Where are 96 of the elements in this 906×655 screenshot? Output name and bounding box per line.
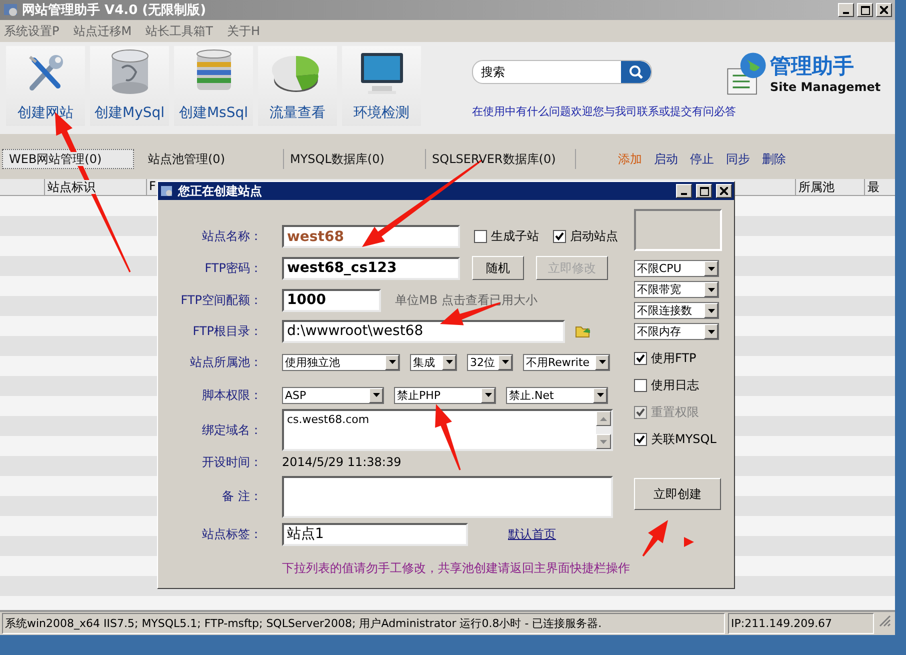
up-arrow-icon — [600, 416, 607, 420]
field-label: 脚本权限： — [201, 386, 262, 404]
dropdown[interactable]: 不用Rewrite — [523, 354, 610, 370]
minimize-button[interactable] — [838, 3, 854, 17]
close-button[interactable] — [876, 3, 892, 17]
menu-item[interactable]: 站点迁移M — [73, 22, 132, 40]
checkbox[interactable] — [553, 230, 566, 243]
ip-address: IP:211.149.209.67 — [728, 613, 874, 634]
checkbox-label: 使用日志 — [651, 377, 699, 394]
app-icon — [160, 184, 174, 198]
dropdown[interactable]: 不限内存 — [634, 323, 719, 340]
status-text: 系统win2008_x64 IIS7.5; MYSQL5.1; FTP-msftp; SQLServer2008; 用户Administrator 运行0.8小时 - 已连接服务器. — [2, 613, 725, 634]
field-label: 站点标签： — [201, 526, 262, 542]
column-header[interactable]: 站点标识 — [44, 179, 146, 195]
menu-item[interactable]: 系统设置P — [4, 22, 60, 40]
maximize-button[interactable] — [857, 3, 873, 17]
check-icon — [636, 408, 645, 417]
app-icon — [3, 3, 19, 17]
dropdown[interactable]: 集成 — [410, 354, 457, 370]
logo-subtitle: Site Managemet — [770, 80, 881, 94]
maximize-icon — [860, 6, 870, 14]
search-icon[interactable] — [621, 61, 651, 83]
field-label: 站点名称： — [201, 228, 262, 245]
site-name-field[interactable]: west68 — [282, 225, 460, 248]
toolbar-button[interactable]: 环境检测 — [342, 46, 421, 126]
dropdown[interactable]: 禁止PHP — [394, 386, 496, 404]
quota-field[interactable]: 1000 — [282, 288, 381, 312]
menu-item[interactable]: 站长工具箱T — [146, 22, 213, 40]
tab[interactable]: MYSQL数据库(0) — [284, 149, 426, 169]
toolbar-button[interactable]: 创建MsSql — [174, 46, 253, 126]
create-button[interactable]: 立即创建 — [634, 478, 721, 510]
checkbox[interactable] — [634, 352, 647, 365]
domain-field[interactable]: cs.west68.com — [282, 409, 613, 451]
toolbar-button[interactable]: 流量查看 — [258, 46, 337, 126]
close-button[interactable] — [716, 184, 732, 198]
column-header[interactable]: 所属池 — [795, 179, 864, 195]
check-icon — [636, 435, 645, 444]
dropdown[interactable]: 禁止.Net — [506, 386, 608, 404]
tag-field[interactable]: 站点1 — [282, 522, 468, 546]
field-label: FTP密码： — [204, 260, 262, 276]
close-icon — [720, 187, 728, 195]
arrow — [435, 404, 461, 470]
close-icon — [880, 6, 888, 14]
created-time: 2014/5/29 11:38:39 — [282, 455, 402, 469]
checkbox[interactable] — [474, 230, 487, 243]
root-path-field[interactable]: d:\wwwroot\west68 — [282, 320, 565, 342]
search-box[interactable]: 搜索 — [472, 60, 652, 84]
field-label: FTP根目录： — [192, 322, 262, 340]
down-arrow-icon — [600, 440, 607, 444]
menu-item[interactable]: 关于H — [226, 22, 260, 40]
field-label: 备 注： — [221, 488, 262, 505]
check-icon — [555, 232, 564, 241]
checkbox-label: 生成子站 — [491, 228, 539, 245]
help-link[interactable]: 在使用中有什么问题欢迎您与我司联系或提交有问必答 — [472, 104, 736, 119]
dropdown[interactable]: 使用独立池 — [282, 354, 400, 370]
tab[interactable]: 站点池管理(0) — [142, 149, 284, 169]
form-button[interactable]: 随机 — [472, 256, 524, 280]
arrow — [642, 520, 668, 556]
pointer-triangle — [684, 537, 694, 547]
dropdown[interactable]: 不限连接数 — [634, 302, 719, 319]
dropdown[interactable]: ASP — [282, 386, 384, 404]
action-link[interactable]: 启动 — [654, 150, 678, 168]
minimize-button[interactable] — [676, 184, 692, 198]
action-link[interactable]: 同步 — [726, 150, 750, 168]
column-header[interactable]: 最 — [864, 179, 895, 195]
password-field[interactable]: west68_cs123 — [282, 256, 460, 280]
dropdown[interactable]: 不限CPU — [634, 260, 719, 277]
dropdown[interactable]: 32位 — [467, 354, 513, 370]
maximize-button[interactable] — [696, 184, 712, 198]
remark-field[interactable] — [282, 476, 613, 518]
field-label: 站点所属池： — [189, 354, 262, 370]
search-field[interactable]: 搜索 — [473, 64, 621, 80]
field-label: 开设时间： — [201, 454, 262, 470]
toolbar-button[interactable]: 创建MySql — [90, 46, 169, 126]
checkbox-label: 关联MYSQL — [651, 431, 716, 448]
check-icon — [636, 354, 645, 363]
checkbox[interactable] — [634, 433, 647, 446]
checkbox-label: 重置权限 — [651, 404, 699, 421]
logo-title: 管理助手 — [770, 53, 855, 80]
window-title: 网站管理助手 V4.0 (无限制版) — [22, 2, 208, 19]
checkbox[interactable] — [634, 379, 647, 392]
resize-grip-icon — [877, 613, 893, 627]
scroll-down-button[interactable] — [596, 434, 611, 449]
scroll-up-button[interactable] — [596, 411, 611, 426]
field-label: FTP空间配额： — [180, 292, 262, 308]
maximize-icon — [700, 186, 708, 196]
default-page-link[interactable]: 默认首页 — [508, 526, 556, 542]
field-label: 绑定域名： — [201, 422, 262, 438]
dropdown[interactable]: 不限带宽 — [634, 281, 719, 298]
action-link[interactable]: 停止 — [690, 150, 714, 168]
dialog-title: 您正在创建站点 — [178, 182, 263, 200]
note-text: 下拉列表的值请勿手工修改，共享池创建请返回主界面快捷栏操作 — [282, 560, 630, 576]
checkbox-label: 启动站点 — [570, 228, 618, 245]
tab[interactable]: WEB网站管理(0) — [2, 149, 134, 169]
action-link[interactable]: 删除 — [762, 150, 786, 168]
checkbox-label: 使用FTP — [651, 350, 696, 367]
